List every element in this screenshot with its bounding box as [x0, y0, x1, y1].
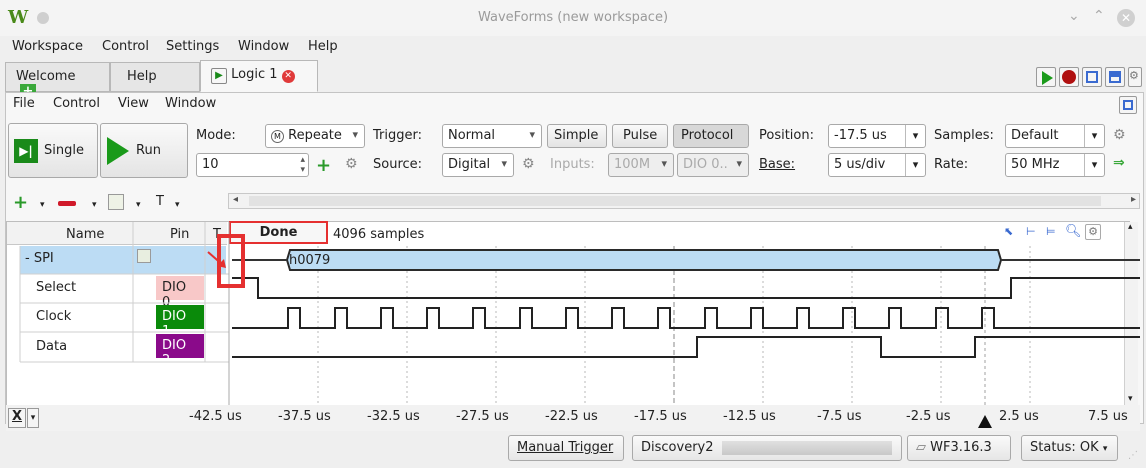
resize-grip-icon[interactable]: ⋰ — [1128, 450, 1138, 461]
clock-waveform — [232, 307, 1140, 329]
axis-tick: -42.5 us — [189, 409, 242, 424]
version-button[interactable]: ▱ WF3.16.3 — [907, 435, 1011, 461]
spi-decoded-value: h0079 — [289, 253, 331, 268]
data-waveform — [232, 336, 1140, 358]
axis-tick: -17.5 us — [634, 409, 687, 424]
axis-tick: 7.5 us — [1088, 409, 1128, 424]
manual-trigger-button[interactable]: Manual Trigger — [508, 435, 624, 461]
axis-tick: -2.5 us — [906, 409, 951, 424]
x-axis-dropdown-icon[interactable]: ▾ — [27, 408, 39, 428]
device-name: Discovery2 — [641, 440, 714, 455]
axis-tick: -22.5 us — [545, 409, 598, 424]
status-button[interactable]: Status: OK ▾ — [1021, 435, 1118, 461]
axis-tick: -37.5 us — [278, 409, 331, 424]
select-waveform — [232, 277, 1140, 299]
pencil-icon: ▱ — [916, 440, 926, 455]
x-axis-button[interactable]: X — [8, 408, 26, 428]
axis-tick: -7.5 us — [817, 409, 862, 424]
axis-tick: -12.5 us — [723, 409, 776, 424]
version-label: WF3.16.3 — [930, 440, 992, 455]
axis-tick: 2.5 us — [999, 409, 1039, 424]
device-serial-redacted — [721, 440, 892, 455]
axis-tick: -27.5 us — [456, 409, 509, 424]
device-button[interactable]: Discovery2 — [632, 435, 902, 461]
status-label: Status: OK — [1030, 440, 1099, 455]
spi-frame — [285, 249, 1003, 271]
axis-tick: -32.5 us — [367, 409, 420, 424]
waveform-plot — [6, 222, 1140, 431]
